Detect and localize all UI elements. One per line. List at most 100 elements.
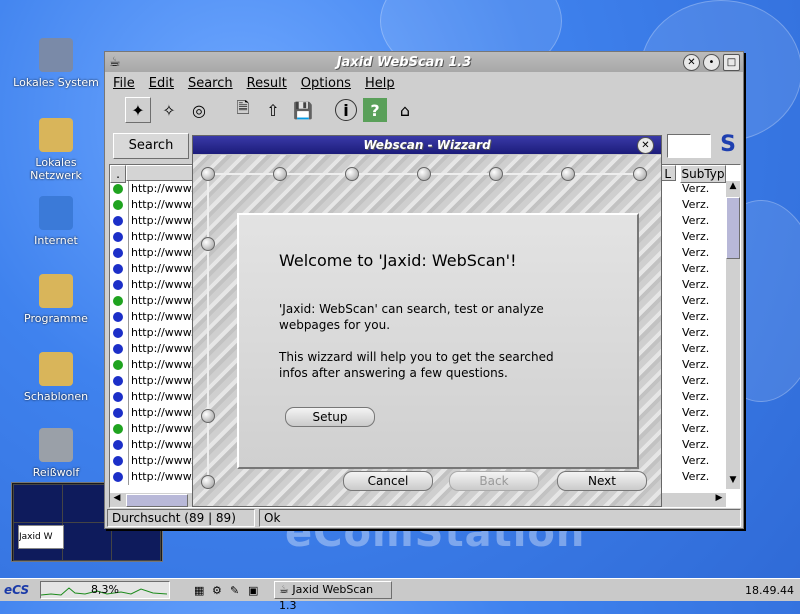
row-url: http://www.ja [128, 421, 201, 437]
status-dot-icon [113, 440, 123, 450]
status-dot-icon [113, 360, 123, 370]
menu-item[interactable]: Options [301, 76, 351, 91]
search-field[interactable] [667, 134, 711, 158]
vertical-scrollbar[interactable]: ▲ ▼ [726, 181, 740, 489]
row-url: http://www.ja [128, 325, 201, 341]
taskbar-tool-icon-2[interactable]: ⚙ [212, 584, 230, 597]
open-document-icon[interactable]: 🗎 [231, 98, 255, 122]
upload-icon[interactable]: ⇧ [261, 98, 285, 122]
search-wizard-icon[interactable]: ✧ [157, 98, 181, 122]
app-icon[interactable]: ☕ [109, 55, 125, 70]
hscroll-thumb[interactable] [126, 494, 188, 507]
progress-node [201, 409, 215, 423]
scroll-up-icon[interactable]: ▲ [726, 181, 740, 195]
menu-item[interactable]: Result [247, 76, 287, 91]
globe-folder-icon [39, 196, 73, 230]
ecs-logo[interactable]: eCS [4, 583, 40, 597]
row-url: http://www.ja [128, 373, 201, 389]
row-url: http://www.ja [128, 181, 201, 197]
scan-logo-icon[interactable]: S [715, 132, 741, 158]
scroll-down-icon[interactable]: ▼ [726, 475, 740, 489]
row-url: http://www.ja [128, 453, 201, 469]
maximize-icon[interactable]: □ [723, 53, 740, 71]
save-icon[interactable]: 💾 [291, 98, 315, 122]
status-dot-icon [113, 376, 123, 386]
menu-item[interactable]: Help [365, 76, 395, 91]
status-dot-icon [113, 312, 123, 322]
welcome-heading: Welcome to 'Jaxid: WebScan'! [279, 251, 517, 270]
status-dot-icon [113, 296, 123, 306]
menu-bar: File Edit Search Result Options Help [105, 72, 743, 94]
taskbar-tool-icon-1[interactable]: ▦ [194, 584, 212, 597]
row-subtyp: Verz. [682, 230, 710, 243]
cpu-monitor[interactable]: 8,3% [40, 581, 170, 599]
taskbar-task-jaxid[interactable]: ☕ Jaxid WebScan 1.3 [274, 581, 392, 612]
help-icon[interactable]: ? [363, 98, 387, 122]
desktop-icon-label: Internet [34, 234, 78, 247]
status-dot-icon [113, 216, 123, 226]
menu-item[interactable]: Edit [149, 76, 174, 91]
row-url: http://www.ja [128, 405, 201, 421]
status-dot-icon [113, 184, 123, 194]
wizard-titlebar[interactable]: Webscan - Wizzard ✕ [193, 136, 661, 154]
row-url: http://www.ja [128, 389, 201, 405]
window-titlebar[interactable]: ☕ Jaxid WebScan 1.3 ✕ • □ [105, 52, 743, 72]
desktop-icon[interactable]: Lokales System [10, 38, 102, 89]
status-dot-icon [113, 248, 123, 258]
search-button[interactable]: Search [113, 133, 189, 159]
row-url: http://www.ja [128, 245, 201, 261]
row-subtyp: Verz. [682, 326, 710, 339]
back-button[interactable]: Back [449, 471, 539, 491]
row-subtyp: Verz. [682, 406, 710, 419]
wizard-close-icon[interactable]: ✕ [637, 137, 654, 154]
row-url: http://www.ja [128, 341, 201, 357]
progress-node [201, 475, 215, 489]
desktop-icon[interactable]: Programme [10, 274, 102, 325]
row-url: http://www.ja [128, 213, 201, 229]
row-subtyp: Verz. [682, 454, 710, 467]
next-button[interactable]: Next [557, 471, 647, 491]
desktop-icon[interactable]: Schablonen [10, 352, 102, 403]
help-text-line-1: This wizzard will help you to get the se… [279, 350, 554, 364]
menu-item[interactable]: Search [188, 76, 233, 91]
task-app-icon: ☕ [279, 583, 289, 596]
row-subtyp: Verz. [682, 438, 710, 451]
clock: 18.49.44 [745, 583, 794, 597]
wizard-title: Webscan - Wizzard [363, 138, 491, 152]
taskbar-tool-icon-3[interactable]: ✎ [230, 584, 248, 597]
setup-button[interactable]: Setup [285, 407, 375, 427]
taskbar-tool-icon-4[interactable]: ▣ [248, 584, 266, 597]
desktop-icon-label: Lokales System [13, 76, 99, 89]
progress-node [201, 237, 215, 251]
home-icon[interactable]: ⌂ [393, 98, 417, 122]
progress-node [489, 167, 503, 181]
status-dot-icon [113, 200, 123, 210]
scroll-right-icon[interactable]: ▶ [712, 493, 726, 507]
info-icon[interactable]: i [335, 99, 357, 121]
row-url: http://www.ja [128, 469, 201, 485]
intro-text-line-2: webpages for you. [279, 318, 391, 332]
pager-window-thumb[interactable]: Jaxid W [18, 525, 64, 549]
row-subtyp: Verz. [682, 422, 710, 435]
status-progress: Durchsucht (89 | 89) [107, 509, 255, 527]
desktop-icon[interactable]: Lokales Netzwerk [10, 118, 102, 182]
desktop-icon[interactable]: Internet [10, 196, 102, 247]
analyze-icon[interactable]: ◎ [187, 98, 211, 122]
desktop-icon[interactable]: Reißwolf [10, 428, 102, 479]
progress-node [201, 167, 215, 181]
row-url: http://www.ja [128, 261, 201, 277]
scroll-thumb[interactable] [726, 197, 740, 259]
window-title: Jaxid WebScan 1.3 [336, 54, 472, 70]
row-subtyp: Verz. [682, 198, 710, 211]
scroll-left-icon[interactable]: ◀ [110, 493, 124, 507]
close-icon[interactable]: ✕ [683, 53, 700, 71]
cancel-button[interactable]: Cancel [343, 471, 433, 491]
progress-node [561, 167, 575, 181]
status-dot-icon [113, 328, 123, 338]
desktop-icon-label: Schablonen [23, 390, 89, 403]
menu-item[interactable]: File [113, 76, 135, 91]
status-dot-icon [113, 264, 123, 274]
row-subtyp: Verz. [682, 278, 710, 291]
magic-wand-icon[interactable]: ✦ [125, 97, 151, 123]
minimize-icon[interactable]: • [703, 53, 720, 71]
